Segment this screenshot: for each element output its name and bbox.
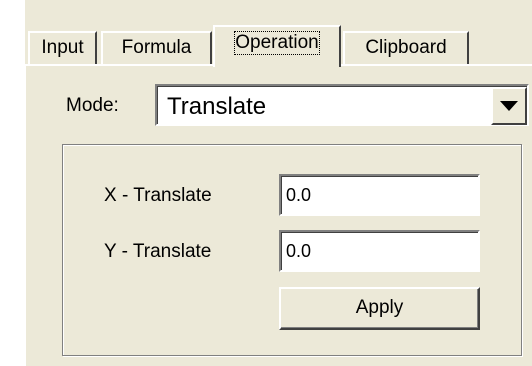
tab-formula[interactable]: Formula bbox=[101, 31, 212, 64]
mode-selected-value: Translate bbox=[167, 93, 267, 120]
app-window: Input Formula Operation Clipboard Mode: … bbox=[0, 0, 532, 366]
tab-operation[interactable]: Operation bbox=[213, 25, 341, 67]
tab-clipboard-label: Clipboard bbox=[365, 37, 447, 58]
x-translate-label: X - Translate bbox=[104, 185, 212, 206]
y-translate-input[interactable]: 0.0 bbox=[279, 230, 480, 272]
y-translate-value: 0.0 bbox=[281, 232, 478, 270]
x-translate-input[interactable]: 0.0 bbox=[279, 174, 480, 216]
tab-operation-label: Operation bbox=[234, 31, 320, 55]
x-translate-value: 0.0 bbox=[281, 176, 478, 214]
left-margin bbox=[0, 0, 24, 366]
chevron-down-icon bbox=[500, 101, 518, 111]
tab-input[interactable]: Input bbox=[28, 31, 97, 64]
mode-label: Mode: bbox=[66, 95, 119, 116]
tab-formula-label: Formula bbox=[121, 37, 192, 58]
mode-dropdown[interactable]: Translate bbox=[155, 84, 529, 126]
tab-input-label: Input bbox=[41, 37, 84, 58]
tab-clipboard[interactable]: Clipboard bbox=[343, 31, 469, 64]
y-translate-label: Y - Translate bbox=[104, 241, 212, 262]
apply-button[interactable]: Apply bbox=[279, 287, 480, 330]
dropdown-button[interactable] bbox=[491, 87, 527, 125]
